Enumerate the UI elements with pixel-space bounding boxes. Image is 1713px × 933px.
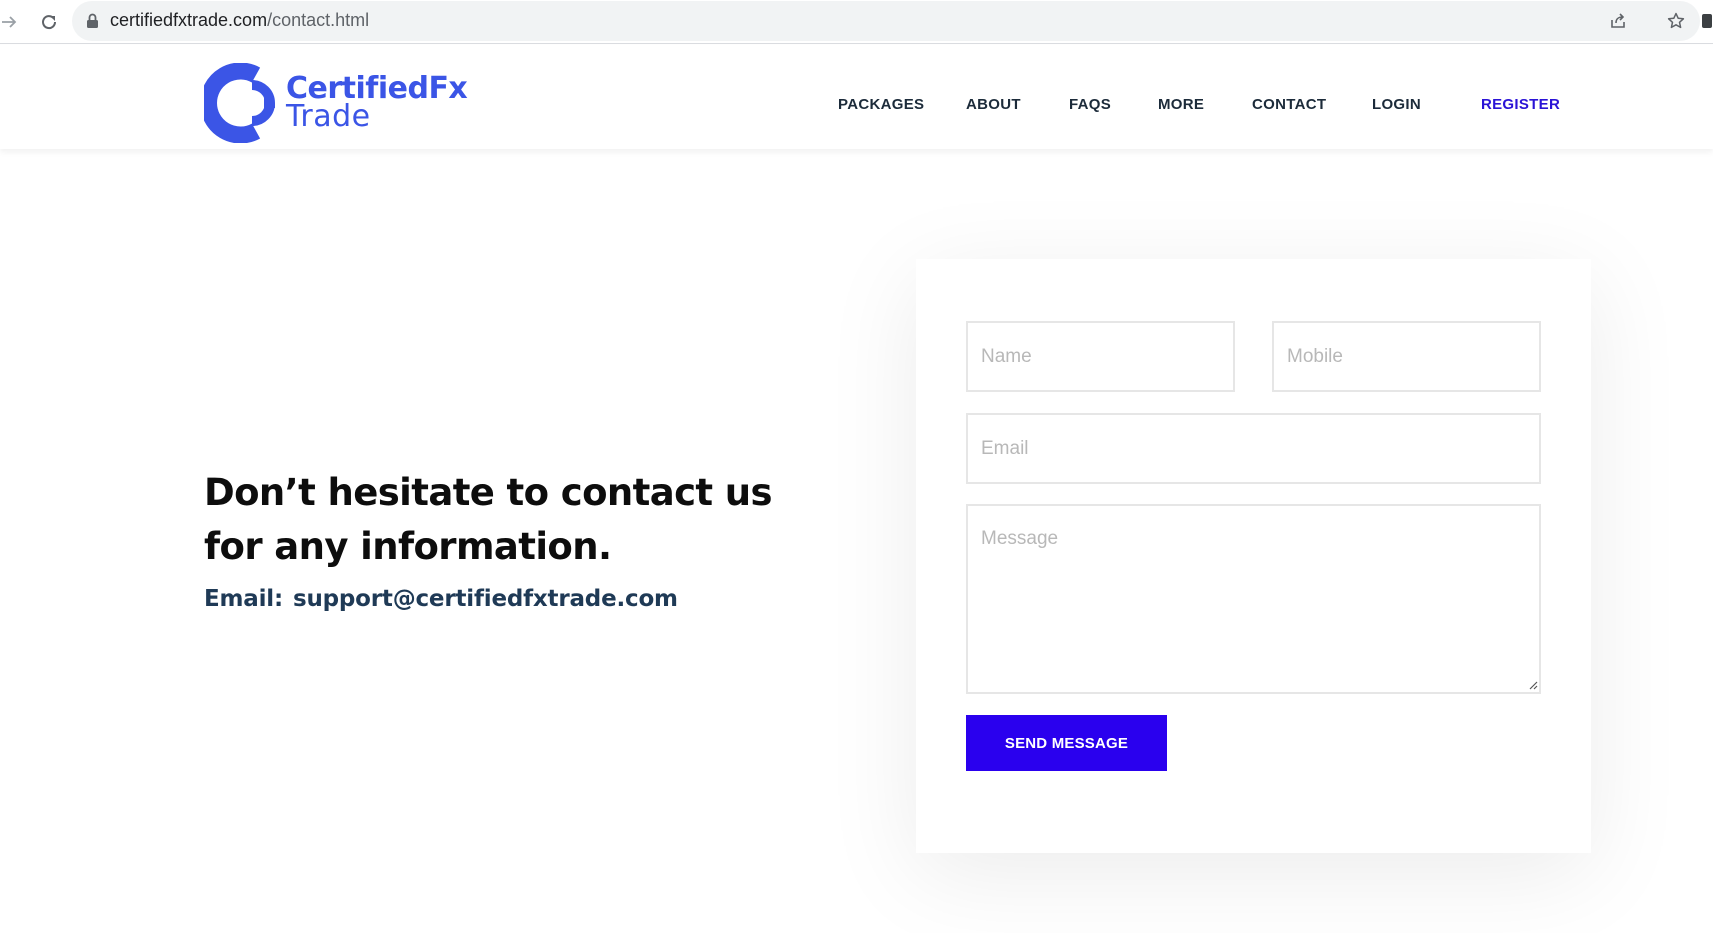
email-address-link[interactable]: support@certifiedfxtrade.com [293,586,678,612]
nav-more[interactable]: MORE [1158,96,1204,113]
nav-contact[interactable]: CONTACT [1252,96,1326,113]
address-bar[interactable]: certifiedfxtrade.com/contact.html [72,1,1700,41]
resize-grip-icon[interactable] [1528,680,1538,690]
browser-toolbar: certifiedfxtrade.com/contact.html [0,0,1713,44]
nav-faqs[interactable]: FAQS [1069,96,1111,113]
url-text[interactable]: certifiedfxtrade.com/contact.html [110,10,369,31]
site-header: CertifiedFx Trade PACKAGES ABOUT FAQS MO… [0,45,1713,149]
contact-email-line: Email: support@certifiedfxtrade.com [204,586,678,612]
lock-icon[interactable] [86,13,99,29]
contact-form: SEND MESSAGE [916,259,1591,853]
star-icon[interactable] [1664,9,1688,33]
contact-headline: Don’t hesitate to contact us for any inf… [204,471,773,568]
url-path: /contact.html [267,10,370,30]
email-field[interactable] [966,413,1541,484]
share-icon[interactable] [1606,9,1630,33]
nav-login[interactable]: LOGIN [1372,96,1421,113]
logo-text-secondary: Trade [286,99,371,134]
url-domain: certifiedfxtrade.com [110,10,268,30]
reload-icon[interactable] [36,9,62,35]
forward-icon[interactable] [0,9,22,35]
nav-about[interactable]: ABOUT [966,96,1021,113]
send-message-button[interactable]: SEND MESSAGE [966,715,1167,771]
message-field[interactable] [966,504,1541,694]
nav-register[interactable]: REGISTER [1481,96,1560,113]
email-label: Email: [204,586,283,612]
nav-packages[interactable]: PACKAGES [838,96,924,113]
extension-icon[interactable] [1702,10,1713,34]
name-field[interactable] [966,321,1235,392]
mobile-field[interactable] [1272,321,1541,392]
site-logo[interactable]: CertifiedFx Trade [204,63,468,143]
logo-mark-icon [204,63,276,143]
